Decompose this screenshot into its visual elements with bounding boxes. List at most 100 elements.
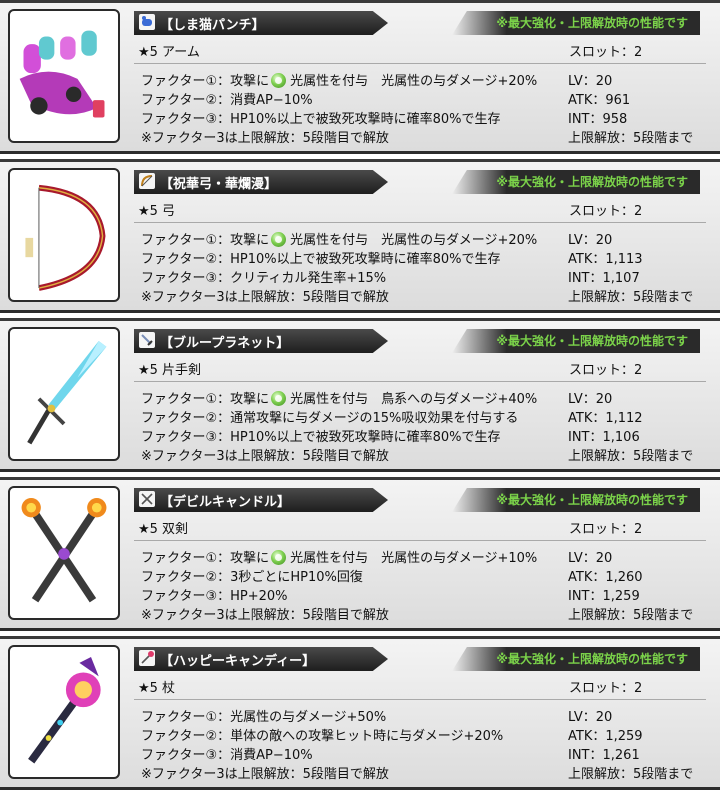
factor-list: ファクター①：攻撃に 光属性を付与 光属性の与ダメージ+10% ファクター②：3秒…: [141, 549, 537, 625]
factor-line: ファクター①：攻撃に 光属性を付与 光属性の与ダメージ+20%: [141, 73, 538, 89]
int-stat: INT：1,259: [568, 589, 640, 604]
rarity-type: ★5 杖: [138, 681, 176, 696]
level-stat: LV：20: [568, 710, 613, 725]
arm-icon: [139, 14, 155, 30]
int-stat: INT：1,106: [568, 430, 640, 445]
limit-break-stat: 上限解放：5段階まで: [568, 290, 694, 305]
max-enhance-notice: ※最大強化・上限解放時の性能です: [452, 647, 700, 671]
level-stat: LV：20: [568, 392, 613, 407]
candy-staff-icon: [28, 657, 101, 764]
max-enhance-notice: ※最大強化・上限解放時の性能です: [452, 488, 700, 512]
rarity-type: ★5 弓: [138, 204, 176, 219]
rarity-type: ★5 双剣: [138, 522, 189, 537]
factor-line: ファクター②：単体の敵への攻撃ヒット時に与ダメージ+20%: [141, 729, 504, 744]
int-stat: INT：1,107: [568, 271, 640, 286]
factor-line: ファクター①：攻撃に 光属性を付与 光属性の与ダメージ+20%: [141, 232, 538, 248]
weapon-card: 【しま猫パンチ】 ※最大強化・上限解放時の性能です ★5 アーム スロット：2 …: [0, 0, 720, 154]
factor-line: ファクター②：消費AP−10%: [141, 93, 313, 108]
factor-list: ファクター①：攻撃に 光属性を付与 光属性の与ダメージ+20% ファクター②：HP…: [141, 231, 537, 307]
weapon-card: 【祝華弓・華爛漫】 ※最大強化・上限解放時の性能です ★5 弓 スロット：2 フ…: [0, 159, 720, 313]
stat-list: LV：20 ATK：1,112 INT：1,106 上限解放：5段階まで: [568, 390, 693, 466]
atk-stat: ATK：1,260: [568, 570, 643, 585]
weapon-name: 【デビルキャンドル】: [160, 495, 291, 510]
limit-break-stat: 上限解放：5段階まで: [568, 608, 694, 623]
factor-line: ファクター①：攻撃に 光属性を付与 光属性の与ダメージ+10%: [141, 550, 538, 566]
weapon-title-bar: 【しま猫パンチ】: [134, 11, 388, 35]
weapon-image-arm: [8, 9, 120, 143]
weapon-name: 【ハッピーキャンディー】: [160, 654, 316, 669]
max-enhance-notice: ※最大強化・上限解放時の性能です: [452, 11, 700, 35]
rarity-type: ★5 片手剣: [138, 363, 202, 378]
factor-line: ファクター③：HP10%以上で被致死攻撃時に確率80%で生存: [141, 430, 501, 445]
limit-break-stat: 上限解放：5段階まで: [568, 131, 694, 146]
weapon-name: 【ブループラネット】: [160, 336, 290, 351]
slot-count: スロット：2: [569, 204, 643, 219]
weapon-image-staff: [8, 645, 120, 779]
stat-list: LV：20 ATK：1,259 INT：1,261 上限解放：5段階まで: [568, 708, 693, 784]
weapon-name: 【祝華弓・華爛漫】: [160, 177, 278, 192]
factor-line: ファクター①：光属性の与ダメージ+50%: [141, 710, 387, 725]
level-stat: LV：20: [568, 551, 613, 566]
factor-line: ファクター②：3秒ごとにHP10%回復: [141, 570, 363, 585]
light-element-icon: [271, 391, 287, 406]
factor-list: ファクター①：攻撃に 光属性を付与 鳥系への与ダメージ+40% ファクター②：通常…: [141, 390, 537, 466]
divider: [134, 381, 706, 382]
limit-break-stat: 上限解放：5段階まで: [568, 767, 694, 782]
factor-line: ファクター①：攻撃に 光属性を付与 鳥系への与ダメージ+40%: [141, 391, 538, 407]
weapon-card: 【ハッピーキャンディー】 ※最大強化・上限解放時の性能です ★5 杖 スロット：…: [0, 636, 720, 790]
stat-list: LV：20 ATK：1,113 INT：1,107 上限解放：5段階まで: [568, 231, 693, 307]
atk-stat: ATK：1,112: [568, 411, 643, 426]
level-stat: LV：20: [568, 74, 613, 89]
factor-list: ファクター①：光属性の与ダメージ+50% ファクター②：単体の敵への攻撃ヒット時…: [141, 708, 503, 784]
bow-weapon-icon: [25, 184, 106, 291]
dual-swords-icon: [139, 491, 155, 507]
int-stat: INT：1,261: [568, 748, 640, 763]
factor-note: ※ファクター3は上限解放：5段階目で解放: [141, 608, 389, 623]
factor-note: ※ファクター3は上限解放：5段階目で解放: [141, 131, 389, 146]
rarity-type: ★5 アーム: [138, 45, 200, 60]
weapon-card: 【デビルキャンドル】 ※最大強化・上限解放時の性能です ★5 双剣 スロット：2…: [0, 477, 720, 631]
factor-line: ファクター③：HP+20%: [141, 589, 288, 604]
weapon-list: 【しま猫パンチ】 ※最大強化・上限解放時の性能です ★5 アーム スロット：2 …: [0, 0, 720, 792]
atk-stat: ATK：1,259: [568, 729, 643, 744]
factor-line: ファクター③：HP10%以上で被致死攻撃時に確率80%で生存: [141, 112, 501, 127]
divider: [134, 222, 706, 223]
stat-list: LV：20 ATK：1,260 INT：1,259 上限解放：5段階まで: [568, 549, 693, 625]
staff-icon: [139, 650, 155, 666]
sword-weapon-icon: [27, 340, 107, 445]
slot-count: スロット：2: [569, 681, 643, 696]
factor-list: ファクター①：攻撃に 光属性を付与 光属性の与ダメージ+20% ファクター②：消費…: [141, 72, 537, 148]
limit-break-stat: 上限解放：5段階まで: [568, 449, 694, 464]
weapon-image-bow: [8, 168, 120, 302]
divider: [134, 63, 706, 64]
factor-line: ファクター③：消費AP−10%: [141, 748, 313, 763]
bow-icon: [139, 173, 155, 189]
factor-line: ファクター②：通常攻撃に与ダメージの15%吸収効果を付与する: [141, 411, 519, 426]
dual-candle-swords-icon: [21, 498, 107, 603]
max-enhance-notice: ※最大強化・上限解放時の性能です: [452, 170, 700, 194]
factor-note: ※ファクター3は上限解放：5段階目で解放: [141, 290, 389, 305]
slot-count: スロット：2: [569, 363, 643, 378]
level-stat: LV：20: [568, 233, 613, 248]
divider: [134, 699, 706, 700]
factor-line: ファクター②：HP10%以上で被致死攻撃時に確率80%で生存: [141, 252, 501, 267]
weapon-title-bar: 【祝華弓・華爛漫】: [134, 170, 388, 194]
weapon-title-bar: 【ブループラネット】: [134, 329, 388, 353]
slot-count: スロット：2: [569, 45, 643, 60]
int-stat: INT：958: [568, 112, 628, 127]
weapon-name: 【しま猫パンチ】: [160, 18, 265, 33]
factor-note: ※ファクター3は上限解放：5段階目で解放: [141, 767, 389, 782]
slot-count: スロット：2: [569, 522, 643, 537]
max-enhance-notice: ※最大強化・上限解放時の性能です: [452, 329, 700, 353]
weapon-card: 【ブループラネット】 ※最大強化・上限解放時の性能です ★5 片手剣 スロット：…: [0, 318, 720, 472]
cat-paw-arm-icon: [19, 30, 105, 118]
light-element-icon: [271, 232, 287, 247]
weapon-title-bar: 【デビルキャンドル】: [134, 488, 388, 512]
stat-list: LV：20 ATK：961 INT：958 上限解放：5段階まで: [568, 72, 693, 148]
atk-stat: ATK：1,113: [568, 252, 643, 267]
light-element-icon: [271, 550, 287, 565]
divider: [134, 540, 706, 541]
sword-icon: [139, 332, 155, 348]
weapon-title-bar: 【ハッピーキャンディー】: [134, 647, 388, 671]
weapon-image-dual-swords: [8, 486, 120, 620]
